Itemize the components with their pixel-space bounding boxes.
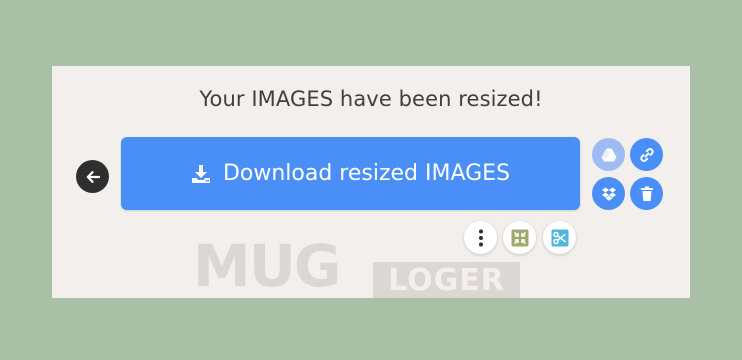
download-resized-images-button[interactable]: Download resized IMAGES xyxy=(121,137,580,210)
more-vertical-icon xyxy=(478,229,483,246)
watermark-text-mug: MUG xyxy=(193,232,341,300)
copy-link-button[interactable] xyxy=(630,138,663,171)
page-title: Your IMAGES have been resized! xyxy=(199,87,543,111)
arrow-left-icon xyxy=(86,170,100,183)
scissors-icon xyxy=(551,229,568,246)
back-button[interactable] xyxy=(76,160,109,193)
result-panel: Your IMAGES have been resized! Download … xyxy=(52,66,690,300)
more-options-button[interactable] xyxy=(464,221,497,254)
dropbox-icon xyxy=(601,187,616,201)
save-to-google-drive-button[interactable] xyxy=(592,138,625,171)
link-icon xyxy=(639,147,654,162)
delete-button[interactable] xyxy=(630,177,663,210)
crop-images-button[interactable] xyxy=(543,221,576,254)
save-to-dropbox-button[interactable] xyxy=(592,177,625,210)
download-button-label: Download resized IMAGES xyxy=(222,161,511,186)
watermark-text-loger: LOGER xyxy=(373,262,520,298)
trash-icon xyxy=(640,186,653,201)
compress-images-button[interactable] xyxy=(503,221,536,254)
download-icon xyxy=(191,164,211,184)
google-drive-icon xyxy=(601,148,616,161)
compress-icon xyxy=(511,229,528,246)
